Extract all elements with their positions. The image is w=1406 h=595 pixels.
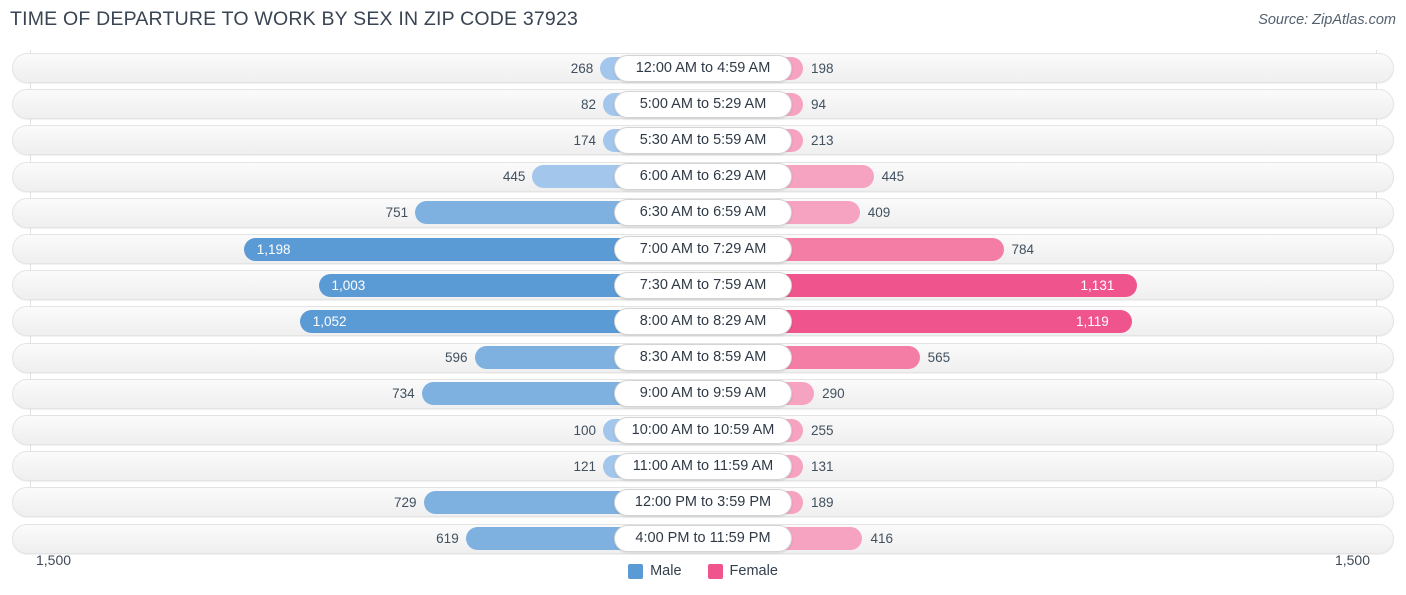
- category-label: 7:00 AM to 7:29 AM: [614, 235, 792, 263]
- legend-item[interactable]: Male: [628, 563, 682, 579]
- legend-swatch-icon: [707, 563, 723, 579]
- value-label-male: 82: [580, 96, 596, 112]
- category-label: 5:00 AM to 5:29 AM: [614, 90, 792, 118]
- chart-plot-area: 268 198 12:00 AM to 4:59 AM 82 94 5:00 AM to …: [0, 50, 1406, 555]
- value-label-female: 409: [867, 205, 891, 221]
- chart-root: TIME OF DEPARTURE TO WORK BY SEX IN ZIP …: [0, 0, 1406, 595]
- value-label-male: 268: [570, 60, 594, 76]
- value-label-female: 565: [927, 350, 951, 366]
- category-label: 10:00 AM to 10:59 AM: [614, 416, 792, 444]
- value-label-female: 255: [811, 422, 834, 438]
- value-label-female: 213: [811, 132, 834, 148]
- value-label-male: 1,003: [331, 277, 366, 293]
- value-label-female: 198: [811, 60, 834, 76]
- value-label-female: 290: [822, 386, 845, 402]
- category-label: 4:00 PM to 11:59 PM: [614, 525, 792, 553]
- legend-swatch-icon: [628, 563, 644, 579]
- value-label-female: 131: [811, 458, 834, 474]
- value-label-male: 751: [385, 205, 409, 221]
- value-label-female: 416: [870, 531, 893, 547]
- legend-item[interactable]: Female: [707, 563, 778, 579]
- category-label: 6:30 AM to 6:59 AM: [614, 199, 792, 227]
- value-label-male: 734: [392, 386, 415, 402]
- category-label: 5:30 AM to 5:59 AM: [614, 126, 792, 154]
- value-label-male: 1,052: [312, 313, 347, 329]
- value-label-female: 94: [811, 96, 827, 112]
- value-label-male: 619: [436, 531, 459, 547]
- legend-label: Female: [729, 563, 778, 579]
- legend-label: Male: [650, 563, 682, 579]
- value-label-female: 445: [881, 169, 905, 185]
- category-label: 8:00 AM to 8:29 AM: [614, 307, 792, 335]
- value-label-male: 1,198: [256, 241, 291, 257]
- value-label-female: 1,131: [1080, 277, 1115, 293]
- value-label-male: 445: [502, 169, 526, 185]
- category-label: 9:00 AM to 9:59 AM: [614, 380, 792, 408]
- category-label: 8:30 AM to 8:59 AM: [614, 344, 792, 372]
- value-label-female: 189: [811, 494, 834, 510]
- value-label-male: 100: [573, 422, 596, 438]
- value-label-female: 1,119: [1075, 313, 1109, 329]
- page-title: TIME OF DEPARTURE TO WORK BY SEX IN ZIP …: [10, 8, 579, 30]
- value-label-male: 174: [573, 132, 596, 148]
- value-label-female: 784: [1011, 241, 1035, 257]
- category-label: 12:00 PM to 3:59 PM: [614, 488, 792, 516]
- category-label: 11:00 AM to 11:59 AM: [614, 452, 792, 480]
- value-label-male: 596: [445, 350, 468, 366]
- chart-legend: Male Female: [0, 563, 1406, 579]
- value-label-male: 729: [394, 494, 417, 510]
- category-label: 7:30 AM to 7:59 AM: [614, 271, 792, 299]
- value-label-male: 121: [573, 458, 596, 474]
- category-label: 6:00 AM to 6:29 AM: [614, 163, 792, 191]
- source-attribution: Source: ZipAtlas.com: [1258, 12, 1396, 28]
- category-label: 12:00 AM to 4:59 AM: [614, 54, 792, 82]
